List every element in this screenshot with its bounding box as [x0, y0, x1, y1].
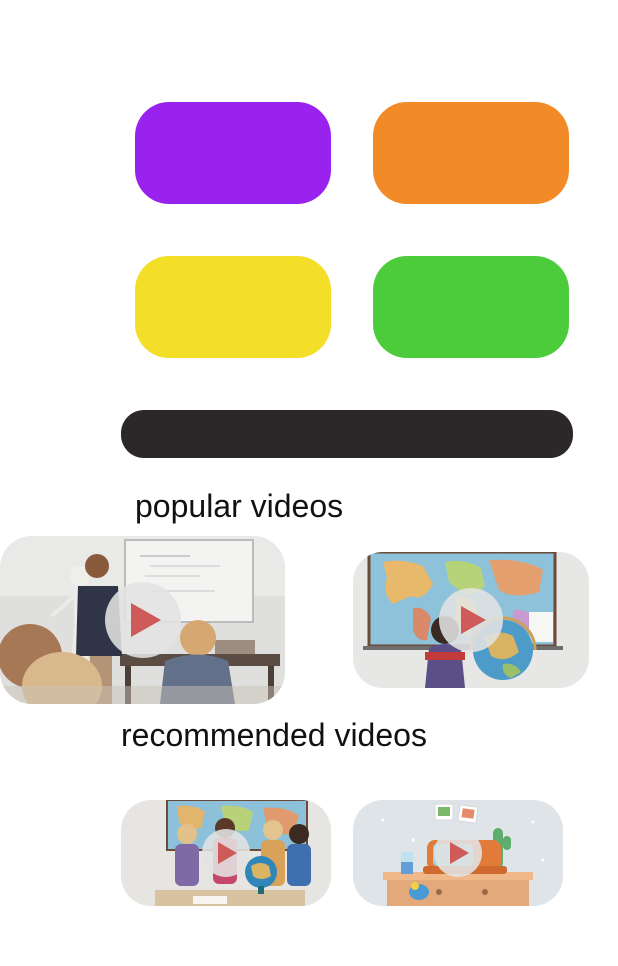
recommended-video-kids-globe[interactable] — [121, 800, 331, 906]
popular-video-globe[interactable] — [353, 552, 589, 688]
orange-category-tile[interactable] — [373, 102, 569, 204]
search-bar[interactable] — [121, 410, 573, 458]
recommended-videos-heading: recommended videos — [121, 717, 427, 753]
yellow-category-tile[interactable] — [135, 256, 331, 358]
play-icon — [450, 842, 469, 864]
popular-video-classroom[interactable] — [0, 536, 285, 704]
popular-videos-heading: popular videos — [135, 488, 344, 524]
green-category-tile[interactable] — [373, 256, 569, 358]
play-button[interactable] — [439, 588, 503, 652]
play-button[interactable] — [202, 829, 250, 877]
play-icon — [130, 603, 161, 637]
recommended-video-toy-shelf[interactable] — [353, 800, 563, 906]
play-button[interactable] — [434, 829, 482, 877]
play-button[interactable] — [104, 582, 181, 658]
play-icon — [461, 606, 486, 634]
purple-category-tile[interactable] — [135, 102, 331, 204]
play-icon — [218, 842, 237, 864]
